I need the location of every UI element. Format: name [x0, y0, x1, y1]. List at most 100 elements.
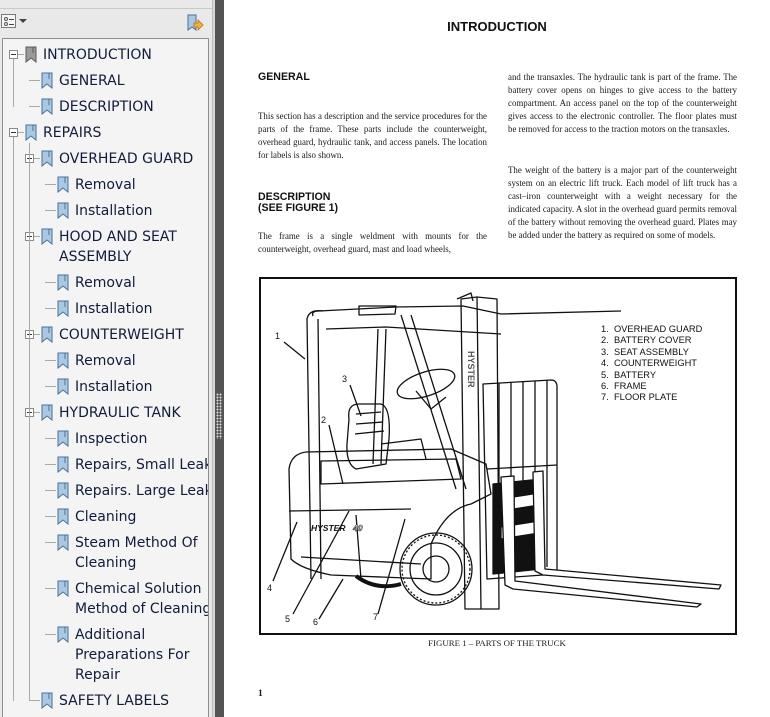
legend-text: FRAME	[614, 381, 647, 392]
legend-item: 3. SEAT ASSEMBLY	[601, 347, 702, 358]
panel-resize-handle[interactable]	[215, 0, 224, 717]
legend-text: COUNTERWEIGHT	[614, 358, 697, 369]
callout-3: 3	[342, 374, 348, 384]
callout-4: 4	[267, 583, 273, 593]
bookmark-item[interactable]: GENERAL	[3, 71, 208, 91]
bookmark-item[interactable]: COUNTERWEIGHT	[3, 325, 208, 345]
bookmark-label: Repairs, Small Leaks	[75, 457, 209, 473]
bookmark-label: Removal	[75, 177, 136, 193]
bookmark-item[interactable]: REPAIRS	[3, 123, 208, 143]
bookmark-item[interactable]: Installation	[3, 377, 208, 397]
tree-connector	[45, 588, 56, 589]
tree-connector	[18, 132, 24, 133]
description-heading-line2: (SEE FIGURE 1)	[258, 202, 339, 214]
legend-text: BATTERY	[614, 369, 657, 380]
callout-5: 5	[285, 614, 291, 624]
legend-number: 5.	[601, 369, 609, 380]
legend-number: 7.	[601, 392, 609, 403]
bookmark-label: REPAIRS	[43, 125, 102, 141]
tree-connector	[29, 106, 40, 107]
legend-text: SEAT ASSEMBLY	[614, 346, 689, 357]
general-paragraph: This section has a description and the s…	[258, 111, 487, 160]
bookmark-label: Repairs. Large Leaks	[75, 483, 209, 499]
bookmark-label: HOOD AND SEAT	[59, 229, 177, 245]
bookmark-item[interactable]: Repairs. Large Leaks	[3, 481, 208, 501]
bookmark-item[interactable]: OVERHEAD GUARD	[3, 149, 208, 169]
bookmark-item[interactable]: INTRODUCTION	[3, 45, 208, 65]
bookmark-options-button[interactable]	[1, 13, 29, 31]
chevron-down-icon	[19, 19, 27, 23]
bookmark-item[interactable]: Removal	[3, 175, 208, 195]
bookmark-label: INTRODUCTION	[43, 47, 152, 63]
bookmark-item[interactable]: HOOD AND SEAT ASSEMBLY	[3, 227, 208, 267]
bookmark-icon	[41, 98, 53, 116]
bookmark-icon	[41, 150, 53, 168]
bookmark-icon	[41, 228, 53, 246]
tree-connector	[45, 634, 56, 635]
bookmark-label: Steam Method Of	[75, 535, 198, 551]
callout-1: 1	[275, 331, 281, 341]
legend-item: 4. COUNTERWEIGHT	[601, 358, 702, 369]
find-bookmark-icon	[187, 14, 204, 31]
bookmark-icon	[57, 580, 69, 598]
tree-connector	[45, 282, 56, 283]
bookmark-icon	[57, 300, 69, 318]
legend-number: 1.	[601, 324, 609, 334]
bookmark-icon	[41, 404, 53, 422]
bookmark-label: Installation	[75, 301, 153, 317]
legend-number: 2.	[601, 335, 609, 346]
tree-connector	[13, 137, 14, 701]
bookmark-item[interactable]: DESCRIPTION	[3, 97, 208, 117]
figure-legend: 1. OVERHEAD GUARD 2. BATTERY COVER 3. SEAT AS…	[601, 324, 702, 404]
tree-connector	[45, 542, 56, 543]
tree-connector	[18, 54, 24, 55]
panel-top-divider	[0, 8, 212, 9]
tree-connector	[29, 143, 30, 701]
bookmark-item[interactable]: SAFETY LABELS	[3, 691, 208, 711]
legend-item: 1. OVERHEAD GUARD	[601, 324, 702, 335]
general-heading: GENERAL	[258, 71, 310, 83]
legend-text: FLOOR PLATE	[614, 392, 678, 403]
bookmark-icon	[57, 378, 69, 396]
bookmark-item[interactable]: Removal	[3, 351, 208, 371]
tree-connector	[45, 184, 56, 185]
bookmark-icon	[57, 508, 69, 526]
tree-connector	[34, 334, 40, 335]
collapse-toggle-icon[interactable]	[9, 50, 18, 59]
front-wheel	[399, 532, 473, 606]
bookmark-item[interactable]: Cleaning	[3, 507, 208, 527]
callout-2: 2	[321, 415, 327, 425]
tree-connector	[45, 210, 56, 211]
legend-number: 4.	[601, 358, 609, 369]
legend-text: BATTERY COVER	[614, 335, 692, 346]
tree-connector	[34, 236, 40, 237]
bookmark-label: COUNTERWEIGHT	[59, 327, 184, 343]
resize-grip-icon	[216, 393, 222, 439]
bookmark-icon	[57, 352, 69, 370]
bookmark-label: Inspection	[75, 431, 148, 447]
tree-connector	[29, 700, 40, 701]
bookmark-item[interactable]: HYDRAULIC TANK	[3, 403, 208, 423]
column2-paragraph-2: The weight of the battery is a major par…	[508, 165, 737, 240]
expand-current-bookmark-button[interactable]	[185, 13, 205, 33]
legend-text: OVERHEAD GUARD	[614, 324, 703, 334]
bookmark-item[interactable]: Chemical Solution Method of Cleaning	[3, 579, 208, 619]
bookmark-item[interactable]: Additional Preparations For Repair	[3, 625, 208, 685]
tree-connector	[34, 412, 40, 413]
bookmark-item[interactable]: Repairs, Small Leaks	[3, 455, 208, 475]
bookmark-label: Removal	[75, 353, 136, 369]
bookmark-icon	[25, 46, 37, 64]
bookmark-item[interactable]: Inspection	[3, 429, 208, 449]
mast-brand-text: HYSTER	[466, 351, 476, 388]
legend-number: 3.	[601, 346, 609, 357]
collapse-toggle-icon[interactable]	[9, 128, 18, 137]
tree-connector	[29, 80, 40, 81]
bookmark-item[interactable]: Removal	[3, 273, 208, 293]
bookmark-icon	[41, 72, 53, 90]
bookmark-item[interactable]: Installation	[3, 201, 208, 221]
legend-item: 7. FLOOR PLATE	[601, 392, 702, 403]
bookmark-item[interactable]: Installation	[3, 299, 208, 319]
bookmark-item[interactable]: Steam Method Of Cleaning	[3, 533, 208, 573]
page-title: INTRODUCTION	[447, 19, 547, 34]
bookmark-tree[interactable]: INTRODUCTION GENERAL DESCRIPTION REPAIRS OVE…	[2, 38, 209, 717]
